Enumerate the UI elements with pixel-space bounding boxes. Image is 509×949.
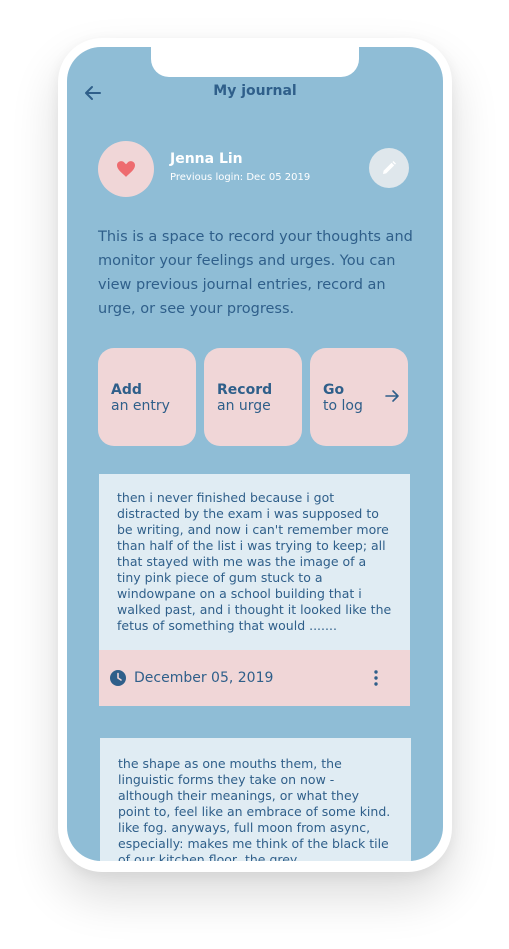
clock-icon [110, 670, 126, 686]
intro-text: This is a space to record your thoughts … [98, 229, 413, 317]
entry-text: the shape as one mouths them, the lingui… [118, 756, 391, 861]
action-label-secondary: to log [323, 398, 363, 414]
last-login-text: Previous login: Dec 05 2019 [170, 172, 311, 183]
go-to-log-button[interactable]: Go to log [310, 348, 408, 446]
entry-menu-button[interactable] [366, 668, 386, 688]
action-label-secondary: an entry [111, 398, 170, 414]
avatar [98, 141, 154, 197]
arrow-right-icon [385, 390, 399, 402]
journal-entry-card[interactable]: the shape as one mouths them, the lingui… [100, 738, 411, 861]
entry-text: then i never finished because i got dist… [117, 490, 392, 633]
add-entry-button[interactable]: Add an entry [98, 348, 196, 446]
action-label-primary: Record [217, 382, 273, 398]
pencil-icon [383, 161, 396, 174]
app-screen: My journal Jenna Lin Previous login: Dec… [67, 47, 443, 861]
user-name: Jenna Lin [170, 151, 243, 167]
action-label-primary: Add [111, 382, 142, 398]
phone-notch [151, 47, 359, 77]
entry-date: December 05, 2019 [134, 670, 274, 686]
page-title: My journal [213, 83, 297, 99]
action-label-secondary: an urge [217, 398, 271, 414]
journal-entry-card[interactable]: then i never finished because i got dist… [99, 474, 410, 706]
edit-profile-button[interactable] [369, 148, 409, 188]
more-vertical-icon [374, 670, 378, 686]
record-urge-button[interactable]: Record an urge [204, 348, 302, 446]
action-label-primary: Go [323, 382, 345, 398]
entry-footer: December 05, 2019 [99, 650, 410, 706]
heart-icon [117, 161, 135, 177]
